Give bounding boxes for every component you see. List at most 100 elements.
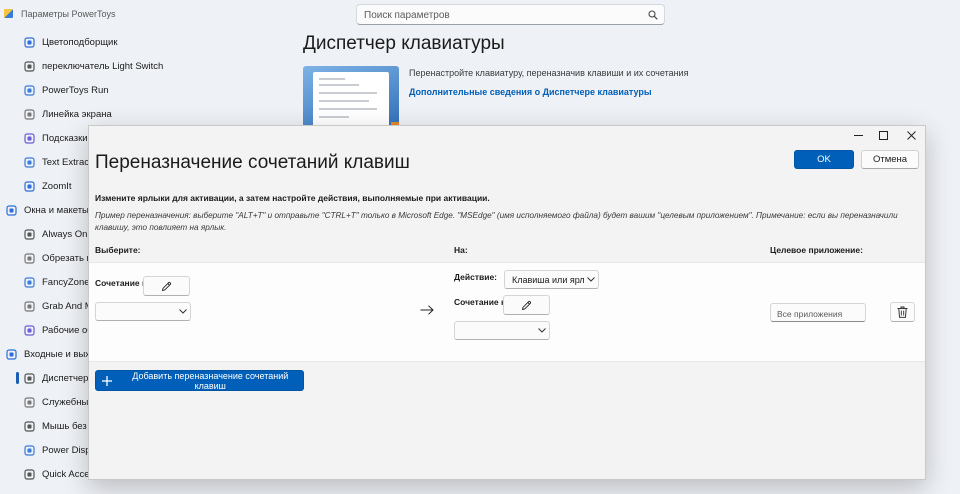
always-on-top-icon bbox=[23, 228, 35, 240]
search-box[interactable] bbox=[356, 4, 665, 25]
column-header-select: Выберите: bbox=[95, 245, 141, 255]
action-type-combo[interactable]: Клавиша или ярл bbox=[504, 270, 599, 289]
sidebar-item-label: FancyZones bbox=[42, 276, 95, 288]
chevron-down-icon bbox=[538, 328, 546, 333]
close-button[interactable] bbox=[897, 126, 925, 144]
sidebar-item[interactable]: Power Displa bbox=[0, 438, 98, 462]
grab-move-icon bbox=[23, 300, 35, 312]
sidebar-item-label: PowerToys Run bbox=[42, 84, 109, 96]
edit-shortcut-to-button[interactable] bbox=[503, 295, 550, 315]
sidebar-item[interactable]: Диспетчер к bbox=[0, 366, 95, 390]
sidebar-item-label: Линейка экрана bbox=[42, 108, 112, 120]
sidebar-item-label: Grab And M bbox=[42, 300, 93, 312]
main-titlebar: Параметры PowerToys bbox=[0, 0, 960, 30]
sidebar-item-label: Мышь без г bbox=[42, 420, 93, 432]
text-extractor-icon bbox=[23, 156, 35, 168]
module-preview-image bbox=[303, 66, 399, 128]
color-picker-icon bbox=[23, 36, 35, 48]
ok-button[interactable]: OK bbox=[794, 150, 854, 169]
sidebar-item[interactable]: ZoomIt bbox=[0, 174, 88, 198]
edit-shortcut-from-button[interactable] bbox=[143, 276, 190, 296]
shortcut-label-from: Сочетание к bbox=[95, 278, 147, 288]
app-title: Параметры PowerToys bbox=[21, 9, 116, 19]
action-type-value: Клавиша или ярл bbox=[512, 274, 584, 285]
maximize-button[interactable] bbox=[869, 126, 897, 144]
sidebar-item-label: ZoomIt bbox=[42, 180, 72, 192]
sidebar-item-label: Окна и макеты bbox=[24, 204, 89, 216]
shortcut-label-to: Сочетание к bbox=[454, 297, 504, 307]
dialog-instruction: Измените ярлыки для активации, а затем н… bbox=[95, 193, 490, 203]
trash-icon bbox=[897, 306, 908, 318]
ruler-icon bbox=[23, 108, 35, 120]
sidebar-item[interactable]: FancyZones bbox=[0, 270, 94, 294]
powertoys-logo-icon bbox=[4, 9, 13, 18]
pencil-icon bbox=[161, 281, 172, 291]
workspaces-icon bbox=[23, 324, 35, 336]
pencil-icon bbox=[521, 300, 532, 310]
learn-more-link[interactable]: Дополнительные сведения о Диспетчере кла… bbox=[409, 87, 652, 97]
mouse-utilities-icon bbox=[23, 396, 35, 408]
minimize-button[interactable] bbox=[844, 126, 872, 144]
add-shortcut-remap-label: Добавить переназначение сочетаний клавиш bbox=[132, 370, 289, 391]
sidebar-item[interactable]: Text Extracto bbox=[0, 150, 97, 174]
sidebar-item[interactable]: Quick Accen bbox=[0, 462, 95, 486]
fancyzones-icon bbox=[23, 276, 35, 288]
maximize-icon bbox=[878, 130, 888, 140]
display-icon bbox=[23, 444, 35, 456]
sidebar-item[interactable]: Мышь без г bbox=[0, 414, 93, 438]
column-header-to: На: bbox=[454, 245, 468, 255]
target-app-input-wrap[interactable] bbox=[770, 303, 866, 323]
sidebar-item[interactable]: переключатель Light Switch bbox=[0, 54, 163, 78]
crop-icon bbox=[23, 252, 35, 264]
sidebar-item-label: Quick Accen bbox=[42, 468, 95, 480]
zoomit-icon bbox=[23, 180, 35, 192]
run-icon bbox=[23, 84, 35, 96]
sidebar-item[interactable]: PowerToys Run bbox=[0, 78, 109, 102]
action-label: Действие: bbox=[454, 272, 498, 282]
sidebar-item-label: Рабочие об bbox=[42, 324, 93, 336]
page-title: Диспетчер клавиатуры bbox=[303, 33, 505, 54]
target-app-input[interactable] bbox=[771, 305, 865, 323]
light-switch-icon bbox=[23, 60, 35, 72]
keyboard-icon bbox=[23, 372, 35, 384]
minimize-icon bbox=[853, 134, 863, 136]
sidebar-item-label: Подсказки к bbox=[42, 132, 95, 144]
sidebar-item[interactable]: Обрезать и bbox=[0, 246, 92, 270]
sidebar-item[interactable]: Служебные bbox=[0, 390, 94, 414]
sidebar-item-label: Обрезать и bbox=[42, 252, 92, 264]
mouse-icon bbox=[23, 420, 35, 432]
accent-icon bbox=[23, 468, 35, 480]
add-shortcut-remap-button[interactable]: Добавить переназначение сочетаний клавиш bbox=[95, 370, 304, 391]
dialog-title: Переназначение сочетаний клавиш bbox=[95, 152, 410, 173]
chevron-down-icon bbox=[587, 277, 595, 282]
sidebar-item-label: переключатель Light Switch bbox=[42, 60, 164, 72]
sidebar-item[interactable]: Линейка экрана bbox=[0, 102, 112, 126]
search-input[interactable] bbox=[357, 6, 637, 25]
plus-icon bbox=[101, 375, 112, 386]
sidebar-item[interactable]: Always On T bbox=[0, 222, 96, 246]
remap-shortcuts-dialog: Переназначение сочетаний клавиш OK Отмен… bbox=[88, 125, 926, 480]
cancel-button[interactable]: Отмена bbox=[861, 150, 919, 169]
arrow-right-icon bbox=[420, 305, 434, 315]
close-icon bbox=[906, 130, 916, 140]
sidebar-item[interactable]: Рабочие об bbox=[0, 318, 93, 342]
sidebar-item[interactable]: Входные и выход bbox=[0, 342, 101, 366]
windows-layouts-icon bbox=[5, 204, 17, 216]
sidebar-item[interactable]: Grab And M bbox=[0, 294, 93, 318]
page-description: Перенастройте клавиатуру, переназначив к… bbox=[409, 68, 689, 78]
select-shortcut-to-combo[interactable] bbox=[454, 321, 550, 340]
input-output-icon bbox=[5, 348, 17, 360]
sidebar-item[interactable]: Подсказки к bbox=[0, 126, 94, 150]
dialog-example: Пример переназначения: выберите "ALT+T" … bbox=[95, 211, 898, 232]
sidebar-item[interactable]: Цветоподборщик bbox=[0, 30, 118, 54]
hints-icon bbox=[23, 132, 35, 144]
delete-remap-button[interactable] bbox=[890, 302, 915, 322]
select-shortcut-from-combo[interactable] bbox=[95, 302, 191, 321]
sidebar-item-label: Цветоподборщик bbox=[42, 36, 118, 48]
sidebar-item-label: Служебные bbox=[42, 396, 94, 408]
chevron-down-icon bbox=[179, 309, 187, 314]
sidebar-item[interactable]: Окна и макеты bbox=[0, 198, 89, 222]
search-icon bbox=[648, 10, 658, 20]
column-header-target-app: Целевое приложение: bbox=[770, 245, 863, 255]
selection-indicator bbox=[16, 372, 19, 384]
